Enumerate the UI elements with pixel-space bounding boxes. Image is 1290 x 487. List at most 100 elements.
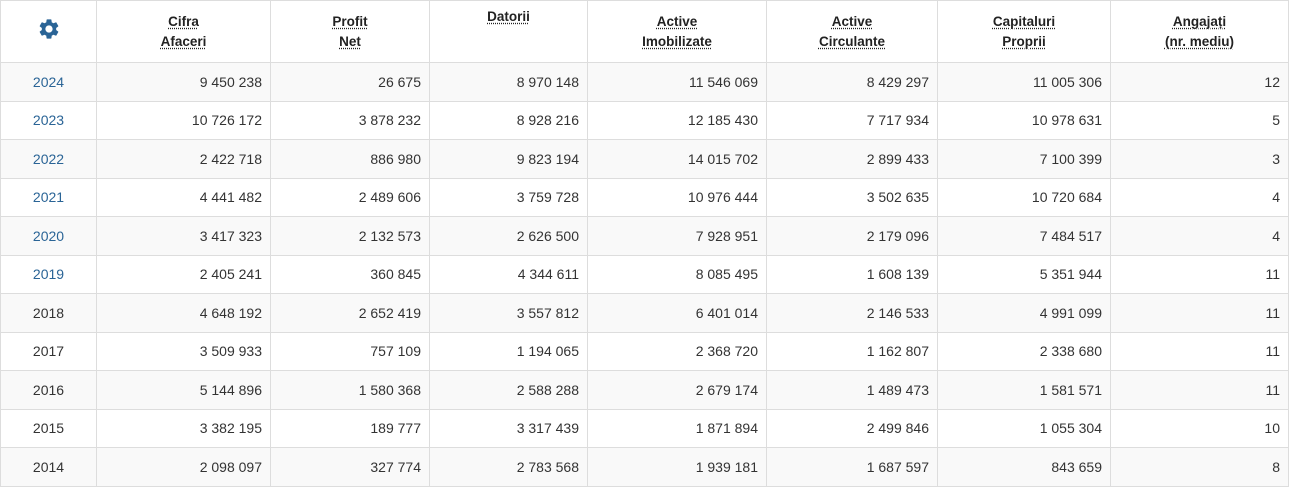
- table-row: 2024 9 450 238 26 675 8 970 148 11 546 069 8 …: [0, 62, 1289, 102]
- active-circulante-cell: 1 489 473: [766, 370, 938, 410]
- active-imobilizate-cell: 7 928 951: [587, 216, 767, 256]
- active-circulante-cell: 1 162 807: [766, 331, 938, 371]
- column-header-active-circulante[interactable]: Active Circulante: [766, 0, 938, 63]
- active-circulante-cell: 2 179 096: [766, 216, 938, 256]
- datorii-cell: 8 928 216: [429, 100, 588, 140]
- active-imobilizate-cell: 10 976 444: [587, 177, 767, 217]
- angajati-cell: 5: [1110, 100, 1289, 140]
- angajati-cell: 4: [1110, 177, 1289, 217]
- year-link[interactable]: 2021: [33, 189, 64, 205]
- cifra-afaceri-cell: 5 144 896: [96, 370, 271, 410]
- column-header-active-imobilizate[interactable]: Active Imobilizate: [587, 0, 767, 63]
- profit-net-cell: 2 489 606: [270, 177, 430, 217]
- year-label: 2015: [32, 420, 65, 437]
- angajati-cell: 11: [1110, 370, 1289, 410]
- year-link[interactable]: 2020: [33, 228, 64, 244]
- capitaluri-proprii-cell: 5 351 944: [937, 254, 1111, 294]
- datorii-cell: 2 626 500: [429, 216, 588, 256]
- profit-net-cell: 360 845: [270, 254, 430, 294]
- active-circulante-cell: 2 499 846: [766, 408, 938, 448]
- active-imobilizate-cell: 14 015 702: [587, 139, 767, 179]
- year-cell: 2015: [0, 408, 97, 448]
- capitaluri-proprii-cell: 2 338 680: [937, 331, 1111, 371]
- active-imobilizate-cell: 11 546 069: [587, 62, 767, 102]
- datorii-cell: 8 970 148: [429, 62, 588, 102]
- profit-net-cell: 757 109: [270, 331, 430, 371]
- year-link[interactable]: 2024: [33, 74, 64, 90]
- angajati-cell: 11: [1110, 254, 1289, 294]
- datorii-cell: 3 557 812: [429, 293, 588, 333]
- active-imobilizate-cell: 12 185 430: [587, 100, 767, 140]
- cifra-afaceri-cell: 4 441 482: [96, 177, 271, 217]
- angajati-cell: 3: [1110, 139, 1289, 179]
- table-row: 2020 3 417 323 2 132 573 2 626 500 7 928 951…: [0, 216, 1289, 256]
- column-header-capitaluri-proprii[interactable]: Capitaluri Proprii: [937, 0, 1111, 63]
- capitaluri-proprii-cell: 7 484 517: [937, 216, 1111, 256]
- active-imobilizate-cell: 2 679 174: [587, 370, 767, 410]
- capitaluri-proprii-cell: 1 055 304: [937, 408, 1111, 448]
- datorii-cell: 4 344 611: [429, 254, 588, 294]
- active-circulante-cell: 7 717 934: [766, 100, 938, 140]
- cifra-afaceri-cell: 10 726 172: [96, 100, 271, 140]
- profit-net-cell: 26 675: [270, 62, 430, 102]
- table-row: 2023 10 726 172 3 878 232 8 928 216 12 185 4…: [0, 100, 1289, 140]
- financial-data-table: Cifra Afaceri Profit Net Datorii Active Imo…: [0, 0, 1289, 487]
- year-label: 2018: [32, 304, 65, 321]
- column-header-angajati[interactable]: Angajați (nr. mediu): [1110, 0, 1289, 63]
- profit-net-cell: 2 132 573: [270, 216, 430, 256]
- table-row: 2017 3 509 933 757 109 1 194 065 2 368 720 1 …: [0, 331, 1289, 371]
- capitaluri-proprii-cell: 10 720 684: [937, 177, 1111, 217]
- active-imobilizate-cell: 1 939 181: [587, 447, 767, 487]
- year-link[interactable]: 2019: [33, 266, 64, 282]
- profit-net-cell: 189 777: [270, 408, 430, 448]
- capitaluri-proprii-cell: 4 991 099: [937, 293, 1111, 333]
- cifra-afaceri-cell: 2 422 718: [96, 139, 271, 179]
- angajati-cell: 12: [1110, 62, 1289, 102]
- datorii-cell: 2 588 288: [429, 370, 588, 410]
- year-label: 2017: [32, 343, 65, 360]
- profit-net-cell: 886 980: [270, 139, 430, 179]
- year-link[interactable]: 2023: [33, 112, 64, 128]
- year-cell[interactable]: 2023: [0, 100, 97, 140]
- year-cell: 2016: [0, 370, 97, 410]
- active-circulante-cell: 1 687 597: [766, 447, 938, 487]
- year-link[interactable]: 2022: [33, 151, 64, 167]
- cifra-afaceri-cell: 2 405 241: [96, 254, 271, 294]
- active-circulante-cell: 8 429 297: [766, 62, 938, 102]
- cifra-afaceri-cell: 9 450 238: [96, 62, 271, 102]
- gear-icon[interactable]: [37, 17, 61, 41]
- table-body: 2024 9 450 238 26 675 8 970 148 11 546 069 8 …: [0, 62, 1289, 487]
- column-header-datorii[interactable]: Datorii: [429, 0, 588, 63]
- year-label: 2014: [32, 458, 65, 475]
- year-cell[interactable]: 2024: [0, 62, 97, 102]
- cifra-afaceri-cell: 4 648 192: [96, 293, 271, 333]
- active-imobilizate-cell: 2 368 720: [587, 331, 767, 371]
- angajati-cell: 8: [1110, 447, 1289, 487]
- profit-net-cell: 2 652 419: [270, 293, 430, 333]
- table-row: 2021 4 441 482 2 489 606 3 759 728 10 976 44…: [0, 177, 1289, 217]
- profit-net-cell: 3 878 232: [270, 100, 430, 140]
- active-circulante-cell: 1 608 139: [766, 254, 938, 294]
- year-label: 2016: [32, 381, 65, 398]
- datorii-cell: 3 317 439: [429, 408, 588, 448]
- capitaluri-proprii-cell: 843 659: [937, 447, 1111, 487]
- capitaluri-proprii-cell: 10 978 631: [937, 100, 1111, 140]
- column-header-cifra-afaceri[interactable]: Cifra Afaceri: [96, 0, 271, 63]
- angajati-cell: 11: [1110, 293, 1289, 333]
- profit-net-cell: 327 774: [270, 447, 430, 487]
- year-cell: 2017: [0, 331, 97, 371]
- settings-header-cell[interactable]: [0, 0, 97, 63]
- table-row: 2016 5 144 896 1 580 368 2 588 288 2 679 174…: [0, 370, 1289, 410]
- table-row: 2019 2 405 241 360 845 4 344 611 8 085 495 1 …: [0, 254, 1289, 294]
- capitaluri-proprii-cell: 7 100 399: [937, 139, 1111, 179]
- year-cell[interactable]: 2022: [0, 139, 97, 179]
- year-cell[interactable]: 2020: [0, 216, 97, 256]
- angajati-cell: 4: [1110, 216, 1289, 256]
- column-header-profit-net[interactable]: Profit Net: [270, 0, 430, 63]
- year-cell[interactable]: 2019: [0, 254, 97, 294]
- year-cell[interactable]: 2021: [0, 177, 97, 217]
- datorii-cell: 1 194 065: [429, 331, 588, 371]
- table-row: 2015 3 382 195 189 777 3 317 439 1 871 894 2 …: [0, 408, 1289, 448]
- cifra-afaceri-cell: 3 382 195: [96, 408, 271, 448]
- angajati-cell: 10: [1110, 408, 1289, 448]
